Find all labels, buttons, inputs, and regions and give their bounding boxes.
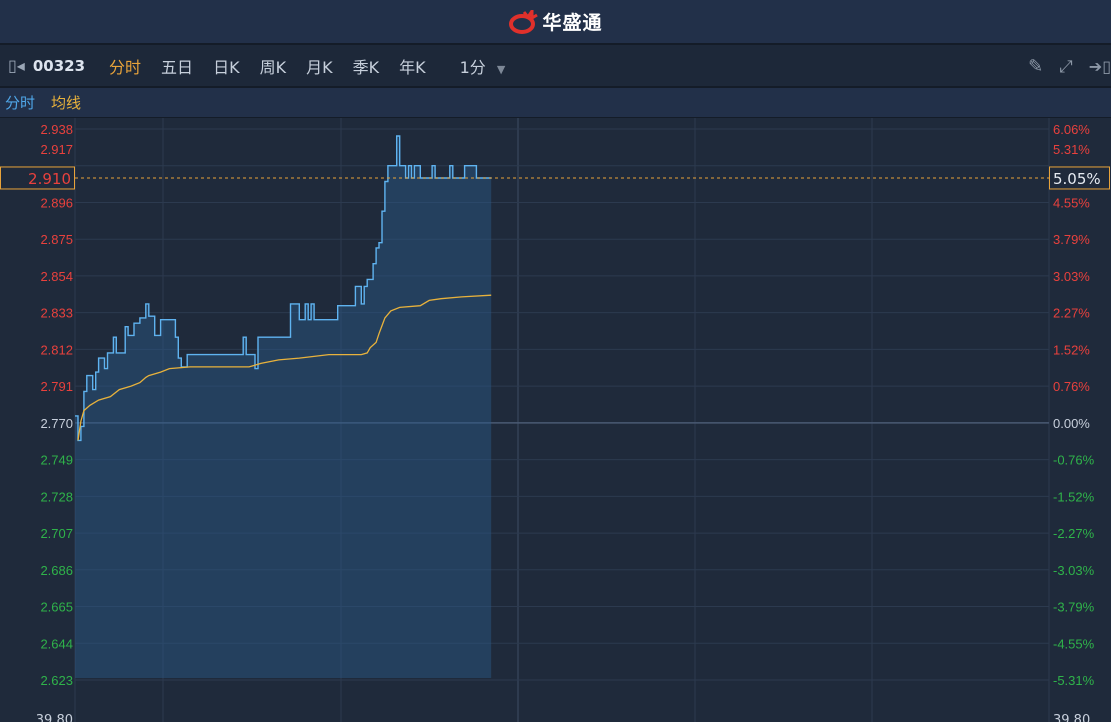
price-axis-label: 2.644: [40, 636, 73, 651]
tab-five-day[interactable]: 五日: [161, 54, 193, 78]
tab-quarterly-k[interactable]: 季K: [353, 54, 380, 78]
price-axis-label: 2.623: [40, 673, 73, 688]
percent-axis-label: -4.55%: [1053, 636, 1095, 651]
current-price-label: 2.910: [28, 170, 71, 188]
tab-yearly-k[interactable]: 年K: [399, 54, 426, 78]
percent-axis-label: 0.76%: [1053, 379, 1090, 394]
price-axis-label: 2.665: [40, 600, 73, 615]
logo-icon: [509, 9, 539, 34]
percent-axis-label: -5.31%: [1053, 673, 1095, 688]
app-logo: 华盛通: [508, 8, 602, 35]
price-axis-label: 2.728: [40, 489, 73, 504]
volume-axis-label-right: 39.80: [1053, 713, 1090, 722]
collapse-panel-icon[interactable]: ▯◂: [8, 56, 25, 75]
percent-axis-label: 1.52%: [1053, 342, 1090, 357]
percent-axis-label: 3.79%: [1053, 232, 1090, 247]
percent-axis-label: -1.52%: [1053, 489, 1095, 504]
tab-monthly-k[interactable]: 月K: [306, 54, 333, 78]
chevron-down-icon: ▼: [496, 62, 506, 76]
stock-code[interactable]: 00323: [33, 57, 85, 75]
percent-axis-label: 5.31%: [1053, 142, 1090, 157]
tab-weekly-k[interactable]: 周K: [260, 54, 287, 78]
volume-axis-label-left: 39.80: [36, 713, 73, 722]
percent-axis-label: 0.00%: [1053, 416, 1090, 431]
current-change-label: 5.05%: [1053, 170, 1101, 188]
toolbar: ▯◂ 00323 分时 五日 日K 周K 月K 季K 年K 1分 ▼ ✎ ⤢ ➔…: [0, 45, 1111, 88]
price-axis-label: 2.938: [40, 122, 73, 137]
percent-axis-label: -3.03%: [1053, 563, 1095, 578]
price-area: [75, 136, 492, 678]
legend-bar: 分时 均线: [0, 88, 1111, 118]
percent-axis-label: 3.03%: [1053, 269, 1090, 284]
price-axis-label: 2.812: [40, 342, 73, 357]
price-axis-label: 2.875: [40, 232, 73, 247]
fullscreen-icon[interactable]: ⤢: [1059, 57, 1073, 77]
pencil-icon[interactable]: ✎: [1028, 56, 1043, 77]
price-axis-label: 2.749: [40, 453, 73, 468]
interval-select[interactable]: 1分 ▼: [460, 54, 506, 78]
exit-icon[interactable]: ➔▯: [1089, 57, 1111, 76]
percent-axis-label: -0.76%: [1053, 453, 1095, 468]
percent-axis-label: 2.27%: [1053, 306, 1090, 321]
price-axis-label: 2.686: [40, 563, 73, 578]
price-axis-label: 2.770: [40, 416, 73, 431]
interval-value: 1分: [459, 57, 486, 77]
title-bar: 华盛通: [0, 0, 1111, 45]
percent-axis-label: -3.79%: [1053, 600, 1095, 615]
price-axis-label: 2.791: [40, 379, 73, 394]
app-title: 华盛通: [542, 12, 603, 34]
price-axis-label: 2.707: [40, 526, 73, 541]
tab-intraday[interactable]: 分时: [109, 54, 141, 78]
price-axis-label: 2.833: [40, 306, 73, 321]
intraday-chart[interactable]: 2.938 6.06% 2.917 5.31% 2.896 4.55% 2.875 3.79%…: [0, 118, 1111, 722]
tab-daily-k[interactable]: 日K: [213, 54, 240, 78]
price-axis-label: 2.854: [40, 269, 73, 284]
price-axis-label: 2.917: [40, 142, 73, 157]
price-axis-label: 2.896: [40, 195, 73, 210]
percent-axis-label: -2.27%: [1053, 526, 1095, 541]
percent-axis-label: 4.55%: [1053, 195, 1090, 210]
percent-axis-label: 6.06%: [1053, 122, 1090, 137]
legend-average: 均线: [51, 94, 82, 112]
legend-price: 分时: [5, 94, 36, 112]
